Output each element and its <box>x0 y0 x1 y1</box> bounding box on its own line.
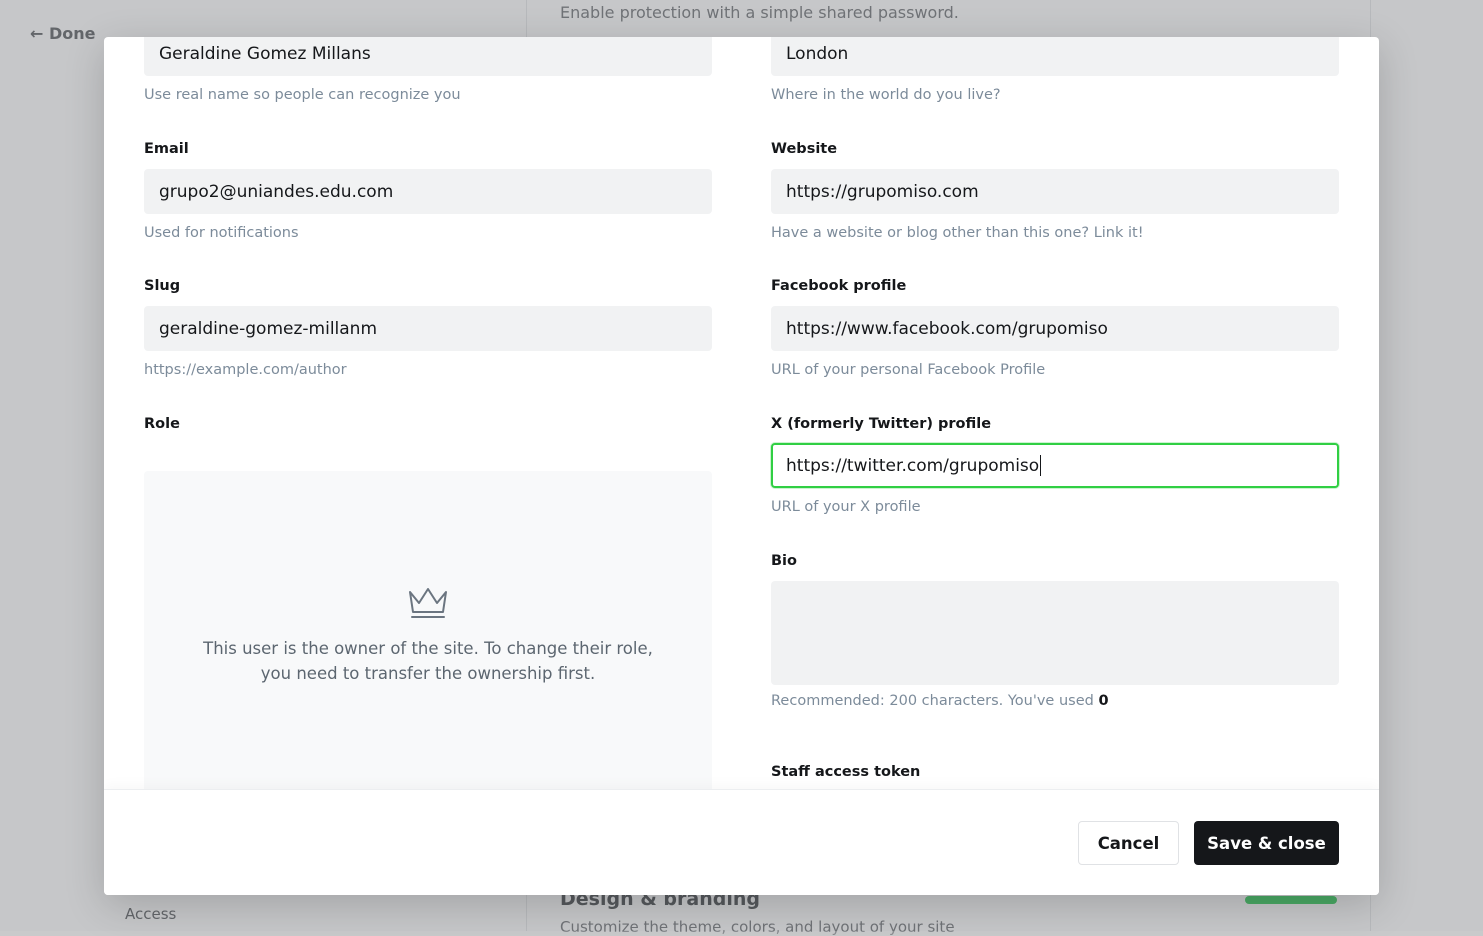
website-hint: Have a website or blog other than this o… <box>771 225 1144 241</box>
location-field-group: London Where in the world do you live? <box>771 37 1339 105</box>
facebook-field-group: Facebook profile https://www.facebook.co… <box>771 276 1339 380</box>
owner-message: This user is the owner of the site. To c… <box>203 639 653 683</box>
role-owner-panel: This user is the owner of the site. To c… <box>144 471 712 789</box>
modal-content[interactable]: Geraldine Gomez Millans Use real name so… <box>104 37 1379 789</box>
bio-char-count: 0 <box>1098 693 1109 709</box>
cancel-button[interactable]: Cancel <box>1078 821 1179 865</box>
full-name-value: Geraldine Gomez Millans <box>159 43 371 64</box>
staff-token-field-group: Staff access token <box>771 762 1339 782</box>
twitter-input[interactable]: https://twitter.com/grupomiso <box>771 443 1339 488</box>
twitter-field-group: X (formerly Twitter) profile https://twi… <box>771 414 1339 517</box>
facebook-hint: URL of your personal Facebook Profile <box>771 362 1046 378</box>
location-hint: Where in the world do you live? <box>771 87 1001 103</box>
location-value: London <box>786 43 849 64</box>
staff-token-label: Staff access token <box>771 764 921 780</box>
website-input[interactable]: https://grupomiso.com <box>771 169 1339 214</box>
slug-input[interactable]: geraldine-gomez-millanm <box>144 306 712 351</box>
bio-hint: Recommended: 200 characters. You've used… <box>771 691 1339 711</box>
modal-footer: Cancel Save & close <box>104 789 1379 895</box>
email-hint: Used for notifications <box>144 225 299 241</box>
slug-hint: https://example.com/author <box>144 362 347 378</box>
slug-field-group: Slug geraldine-gomez-millanm https://exa… <box>144 276 712 380</box>
facebook-value: https://www.facebook.com/grupomiso <box>786 318 1108 339</box>
email-field-group: Email grupo2@uniandes.edu.com Used for n… <box>144 139 712 243</box>
website-value: https://grupomiso.com <box>786 181 979 202</box>
bio-hint-text: Recommended: 200 characters. You've used <box>771 693 1094 709</box>
website-field-group: Website https://grupomiso.com Have a web… <box>771 139 1339 243</box>
slug-label: Slug <box>144 278 181 294</box>
twitter-value: https://twitter.com/grupomiso <box>786 455 1040 476</box>
role-field-group: Role <box>144 414 712 434</box>
email-label: Email <box>144 141 189 157</box>
full-name-input[interactable]: Geraldine Gomez Millans <box>144 37 712 76</box>
twitter-hint: URL of your X profile <box>771 499 921 515</box>
text-caret <box>1040 455 1042 476</box>
user-settings-modal: Geraldine Gomez Millans Use real name so… <box>104 37 1379 895</box>
save-close-button[interactable]: Save & close <box>1194 821 1339 865</box>
location-input[interactable]: London <box>771 37 1339 76</box>
role-label: Role <box>144 416 180 432</box>
email-input[interactable]: grupo2@uniandes.edu.com <box>144 169 712 214</box>
slug-value: geraldine-gomez-millanm <box>159 318 378 339</box>
full-name-field-group: Geraldine Gomez Millans Use real name so… <box>144 37 712 105</box>
email-value: grupo2@uniandes.edu.com <box>159 181 394 202</box>
bio-field-group: Bio Recommended: 200 characters. You've … <box>771 551 1339 711</box>
full-name-hint: Use real name so people can recognize yo… <box>144 87 461 103</box>
bio-label: Bio <box>771 553 797 569</box>
facebook-label: Facebook profile <box>771 278 907 294</box>
crown-icon <box>409 588 447 618</box>
facebook-input[interactable]: https://www.facebook.com/grupomiso <box>771 306 1339 351</box>
website-label: Website <box>771 141 838 157</box>
twitter-label: X (formerly Twitter) profile <box>771 416 992 432</box>
bio-textarea[interactable] <box>771 581 1339 685</box>
